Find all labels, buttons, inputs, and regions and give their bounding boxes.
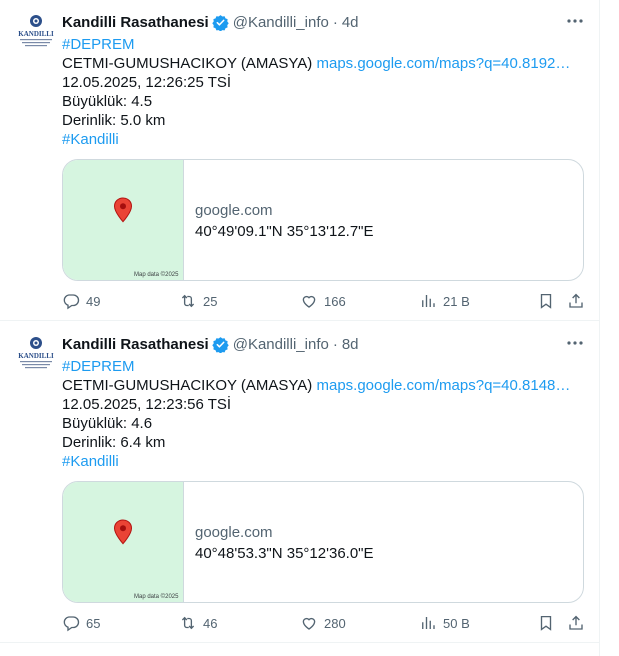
- datetime-text: 12.05.2025, 12:26:25 TSİ: [62, 74, 232, 91]
- card-domain: google.com: [195, 202, 273, 219]
- verified-badge-icon: [212, 336, 229, 353]
- heart-icon: [302, 295, 316, 308]
- like-button[interactable]: 280: [300, 612, 346, 634]
- card-text: google.com 40°49'09.1"N 35°13'12.7"E: [195, 200, 374, 242]
- timestamp[interactable]: 8d: [342, 336, 359, 353]
- timestamp[interactable]: 4d: [342, 14, 359, 31]
- map-link[interactable]: maps.google.com/maps?q=40.8192…: [316, 55, 570, 72]
- map-pin-icon: [113, 519, 133, 545]
- reply-count: 65: [86, 615, 101, 631]
- map-credit: Map data ©2025: [134, 272, 179, 278]
- author-name[interactable]: Kandilli Rasathanesi: [62, 14, 209, 31]
- share-icon: [569, 293, 583, 308]
- share-button[interactable]: [567, 290, 585, 312]
- more-options-icon[interactable]: [564, 332, 586, 354]
- avatar[interactable]: KANDILLI: [16, 12, 56, 52]
- location-text: CETMI-GUMUSHACIKOY (AMASYA): [62, 55, 313, 72]
- tweet-text: #DEPREM CETMI-GUMUSHACIKOY (AMASYA) maps…: [62, 35, 582, 149]
- hashtag-kandilli[interactable]: #Kandilli: [62, 131, 119, 148]
- bookmark-button[interactable]: [537, 612, 555, 634]
- map-pin-icon: [113, 197, 133, 223]
- reply-icon: [63, 294, 80, 310]
- share-icon: [569, 615, 583, 630]
- bookmark-icon: [540, 293, 552, 309]
- hashtag-deprem[interactable]: #DEPREM: [62, 36, 135, 53]
- map-credit: Map data ©2025: [134, 594, 179, 600]
- card-domain: google.com: [195, 524, 273, 541]
- tweet[interactable]: KANDILLI Kandilli Rasathanesi @Kandilli_…: [0, 322, 600, 643]
- tweet[interactable]: KANDILLI Kandilli Rasathanesi @Kandilli_…: [0, 0, 600, 321]
- tweet-text: #DEPREM CETMI-GUMUSHACIKOY (AMASYA) maps…: [62, 357, 582, 471]
- like-button[interactable]: 166: [300, 290, 346, 312]
- depth-text: Derinlik: 6.4 km: [62, 434, 166, 451]
- magnitude-text: Büyüklük: 4.6: [62, 415, 153, 432]
- more-options-icon[interactable]: [564, 10, 586, 32]
- svg-text:KANDILLI: KANDILLI: [18, 30, 54, 38]
- views-chart-icon: [422, 295, 435, 307]
- map-thumbnail[interactable]: Map data ©2025: [63, 160, 184, 280]
- hashtag-kandilli[interactable]: #Kandilli: [62, 453, 119, 470]
- separator: ·: [332, 335, 338, 353]
- action-bar: 65 46 280 50 B: [62, 612, 588, 634]
- verified-badge-icon: [212, 14, 229, 31]
- heart-icon: [302, 617, 316, 630]
- card-coordinates: 40°49'09.1"N 35°13'12.7"E: [195, 223, 374, 240]
- views-chart-icon: [422, 617, 435, 629]
- magnitude-text: Büyüklük: 4.5: [62, 93, 153, 110]
- views-button[interactable]: 50 B: [419, 612, 470, 634]
- views-button[interactable]: 21 B: [419, 290, 470, 312]
- bookmark-icon: [540, 615, 552, 631]
- bookmark-button[interactable]: [537, 290, 555, 312]
- tweet-header: Kandilli Rasathanesi @Kandilli_info · 8d: [62, 334, 582, 354]
- repost-button[interactable]: 46: [179, 612, 217, 634]
- tweet-header: Kandilli Rasathanesi @Kandilli_info · 4d: [62, 12, 582, 32]
- views-count: 50 B: [443, 615, 470, 631]
- depth-text: Derinlik: 5.0 km: [62, 112, 166, 129]
- avatar[interactable]: KANDILLI: [16, 334, 56, 374]
- map-thumbnail[interactable]: Map data ©2025: [63, 482, 184, 602]
- repost-count: 25: [203, 293, 218, 309]
- reply-icon: [63, 616, 80, 632]
- datetime-text: 12.05.2025, 12:23:56 TSİ: [62, 396, 232, 413]
- repost-button[interactable]: 25: [179, 290, 217, 312]
- repost-icon: [181, 294, 195, 308]
- svg-text:KANDILLI: KANDILLI: [18, 352, 54, 360]
- share-button[interactable]: [567, 612, 585, 634]
- author-name[interactable]: Kandilli Rasathanesi: [62, 336, 209, 353]
- card-text: google.com 40°48'53.3"N 35°12'36.0"E: [195, 522, 374, 564]
- like-count: 280: [324, 615, 346, 631]
- action-bar: 49 25 166 21 B: [62, 290, 588, 312]
- hashtag-deprem[interactable]: #DEPREM: [62, 358, 135, 375]
- separator: ·: [332, 13, 338, 31]
- reply-button[interactable]: 49: [62, 290, 100, 312]
- card-coordinates: 40°48'53.3"N 35°12'36.0"E: [195, 545, 374, 562]
- author-handle[interactable]: @Kandilli_info: [233, 336, 329, 353]
- location-text: CETMI-GUMUSHACIKOY (AMASYA): [62, 377, 313, 394]
- repost-icon: [181, 616, 195, 630]
- author-handle[interactable]: @Kandilli_info: [233, 14, 329, 31]
- link-card[interactable]: Map data ©2025 google.com 40°49'09.1"N 3…: [62, 159, 584, 281]
- timeline: KANDILLI Kandilli Rasathanesi @Kandilli_…: [0, 0, 600, 656]
- map-link[interactable]: maps.google.com/maps?q=40.8148…: [316, 377, 570, 394]
- like-count: 166: [324, 293, 346, 309]
- reply-count: 49: [86, 293, 101, 309]
- repost-count: 46: [203, 615, 218, 631]
- link-card[interactable]: Map data ©2025 google.com 40°48'53.3"N 3…: [62, 481, 584, 603]
- reply-button[interactable]: 65: [62, 612, 100, 634]
- views-count: 21 B: [443, 293, 470, 309]
